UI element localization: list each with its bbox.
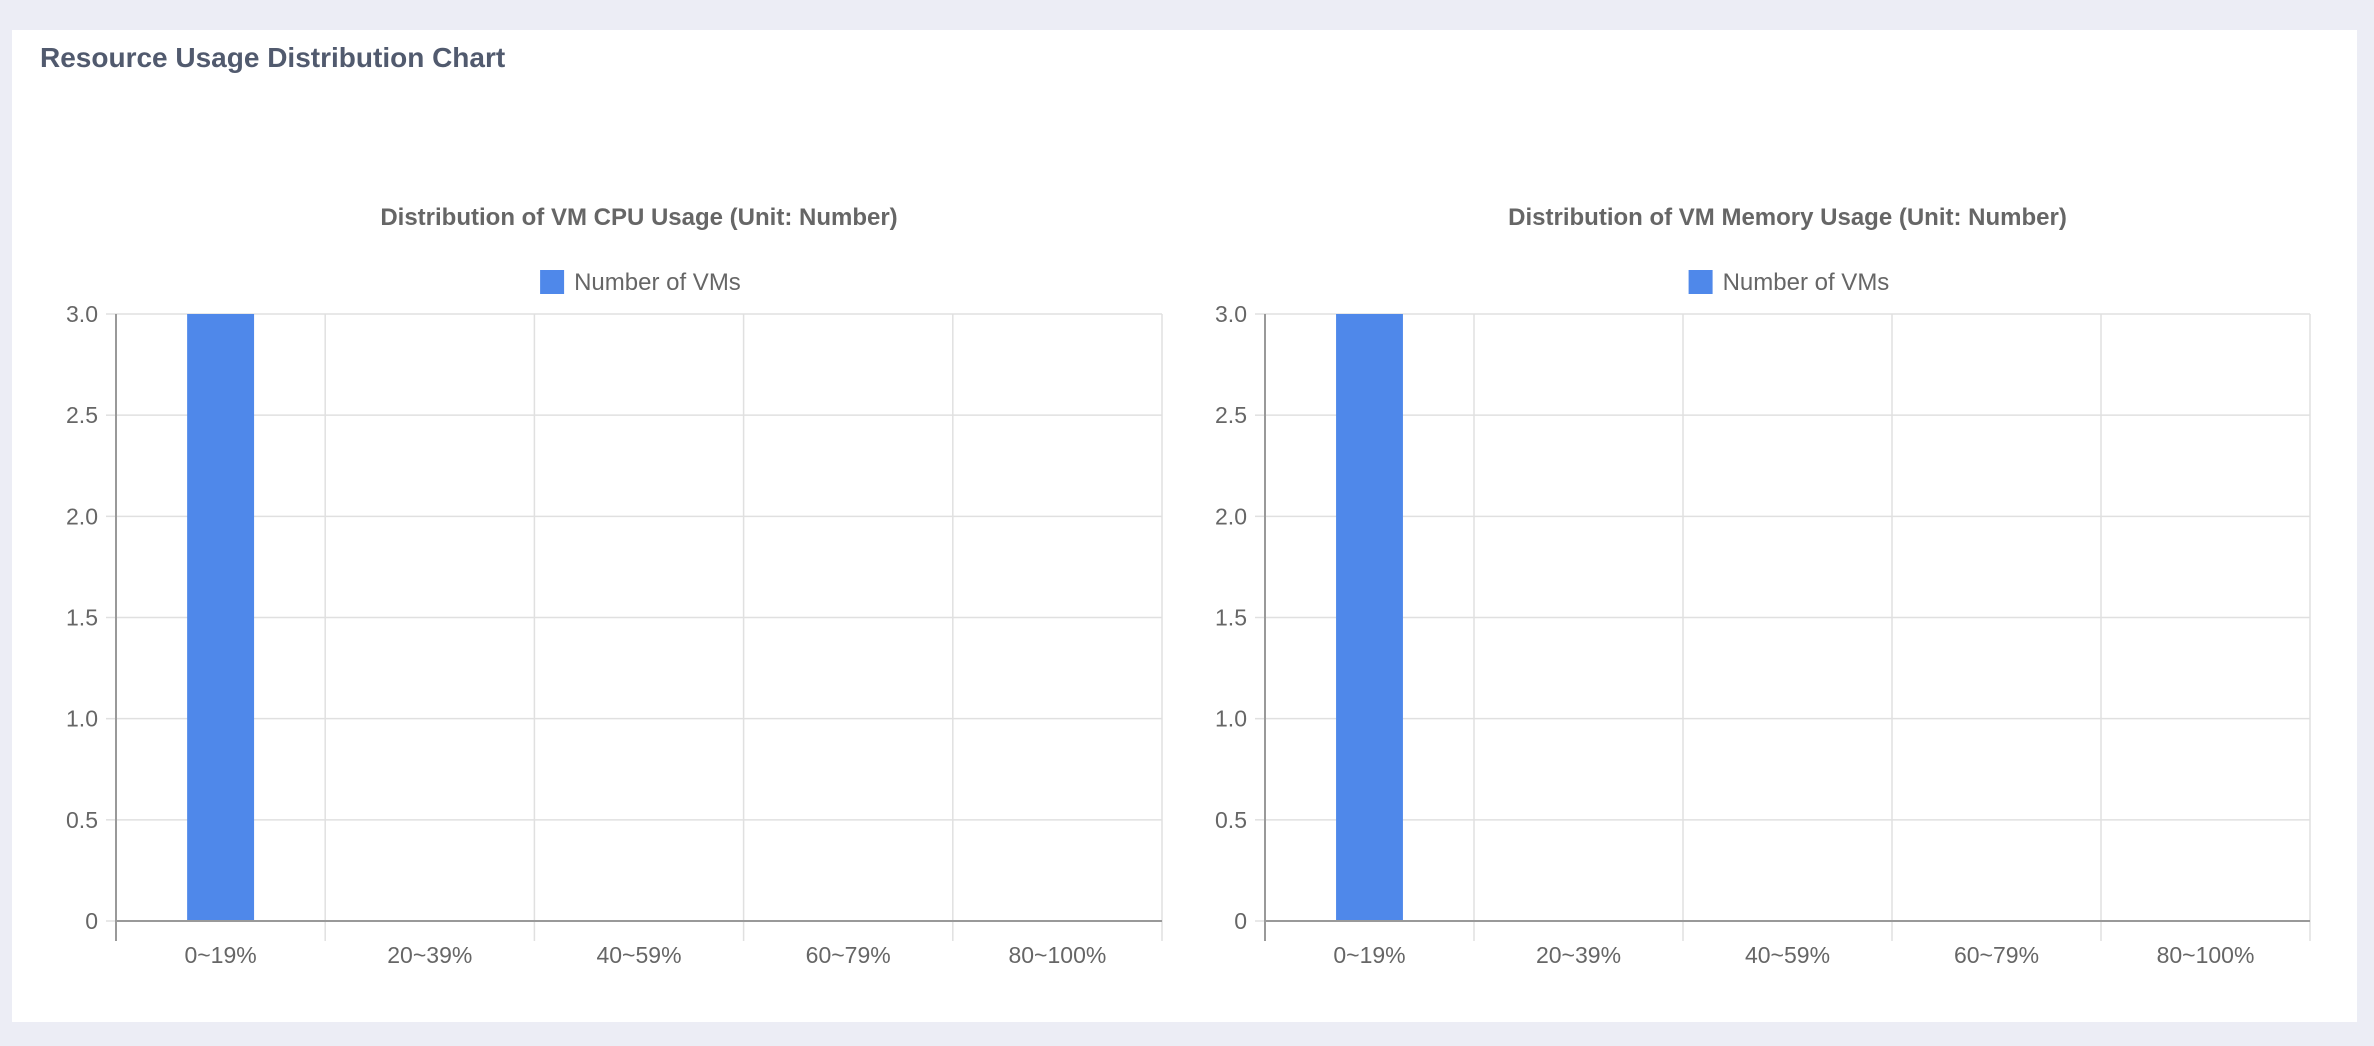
x-tick-label: 40~59%	[1745, 942, 1830, 968]
y-tick-label: 2.5	[66, 402, 98, 428]
legend-label: Number of VMs	[574, 269, 741, 296]
x-tick-label: 80~100%	[1008, 942, 1106, 968]
x-tick-label: 0~19%	[1333, 942, 1405, 968]
y-tick-label: 0.5	[1215, 807, 1247, 833]
legend-swatch	[540, 270, 565, 294]
y-tick-label: 0	[1234, 908, 1247, 934]
x-tick-label: 60~79%	[806, 942, 891, 968]
y-tick-label: 2.5	[1215, 402, 1247, 428]
x-tick-label: 60~79%	[1954, 942, 2039, 968]
y-tick-label: 3.0	[66, 301, 98, 327]
y-tick-label: 1.5	[66, 605, 98, 631]
x-tick-label: 80~100%	[2157, 942, 2255, 968]
x-tick-label: 20~39%	[387, 942, 472, 968]
legend: Number of VMs	[1688, 269, 1890, 296]
legend-label: Number of VMs	[1723, 269, 1890, 296]
bar-chart-2: Distribution of VM Memory Usage (Unit: N…	[1215, 204, 2311, 968]
y-tick-label: 0	[85, 908, 98, 934]
y-tick-label: 1.5	[1215, 605, 1247, 631]
bar-chart-1: Distribution of VM CPU Usage (Unit: Numb…	[66, 204, 1163, 968]
bar-0~19%[interactable]	[187, 314, 255, 921]
legend-swatch	[1688, 270, 1713, 294]
y-tick-label: 3.0	[1215, 301, 1247, 327]
chart-title: Distribution of VM CPU Usage (Unit: Numb…	[380, 204, 897, 231]
y-tick-label: 1.0	[66, 706, 98, 732]
x-tick-label: 20~39%	[1536, 942, 1621, 968]
x-tick-label: 0~19%	[184, 942, 256, 968]
legend: Number of VMs	[540, 269, 741, 296]
x-tick-label: 40~59%	[596, 942, 681, 968]
chart-title: Distribution of VM Memory Usage (Unit: N…	[1508, 204, 2067, 231]
y-tick-label: 0.5	[66, 807, 98, 833]
y-tick-label: 2.0	[1215, 503, 1247, 529]
bar-0~19%[interactable]	[1336, 314, 1403, 921]
y-tick-label: 2.0	[66, 503, 98, 529]
y-tick-label: 1.0	[1215, 706, 1247, 732]
charts-canvas: Distribution of VM CPU Usage (Unit: Numb…	[66, 204, 2311, 968]
